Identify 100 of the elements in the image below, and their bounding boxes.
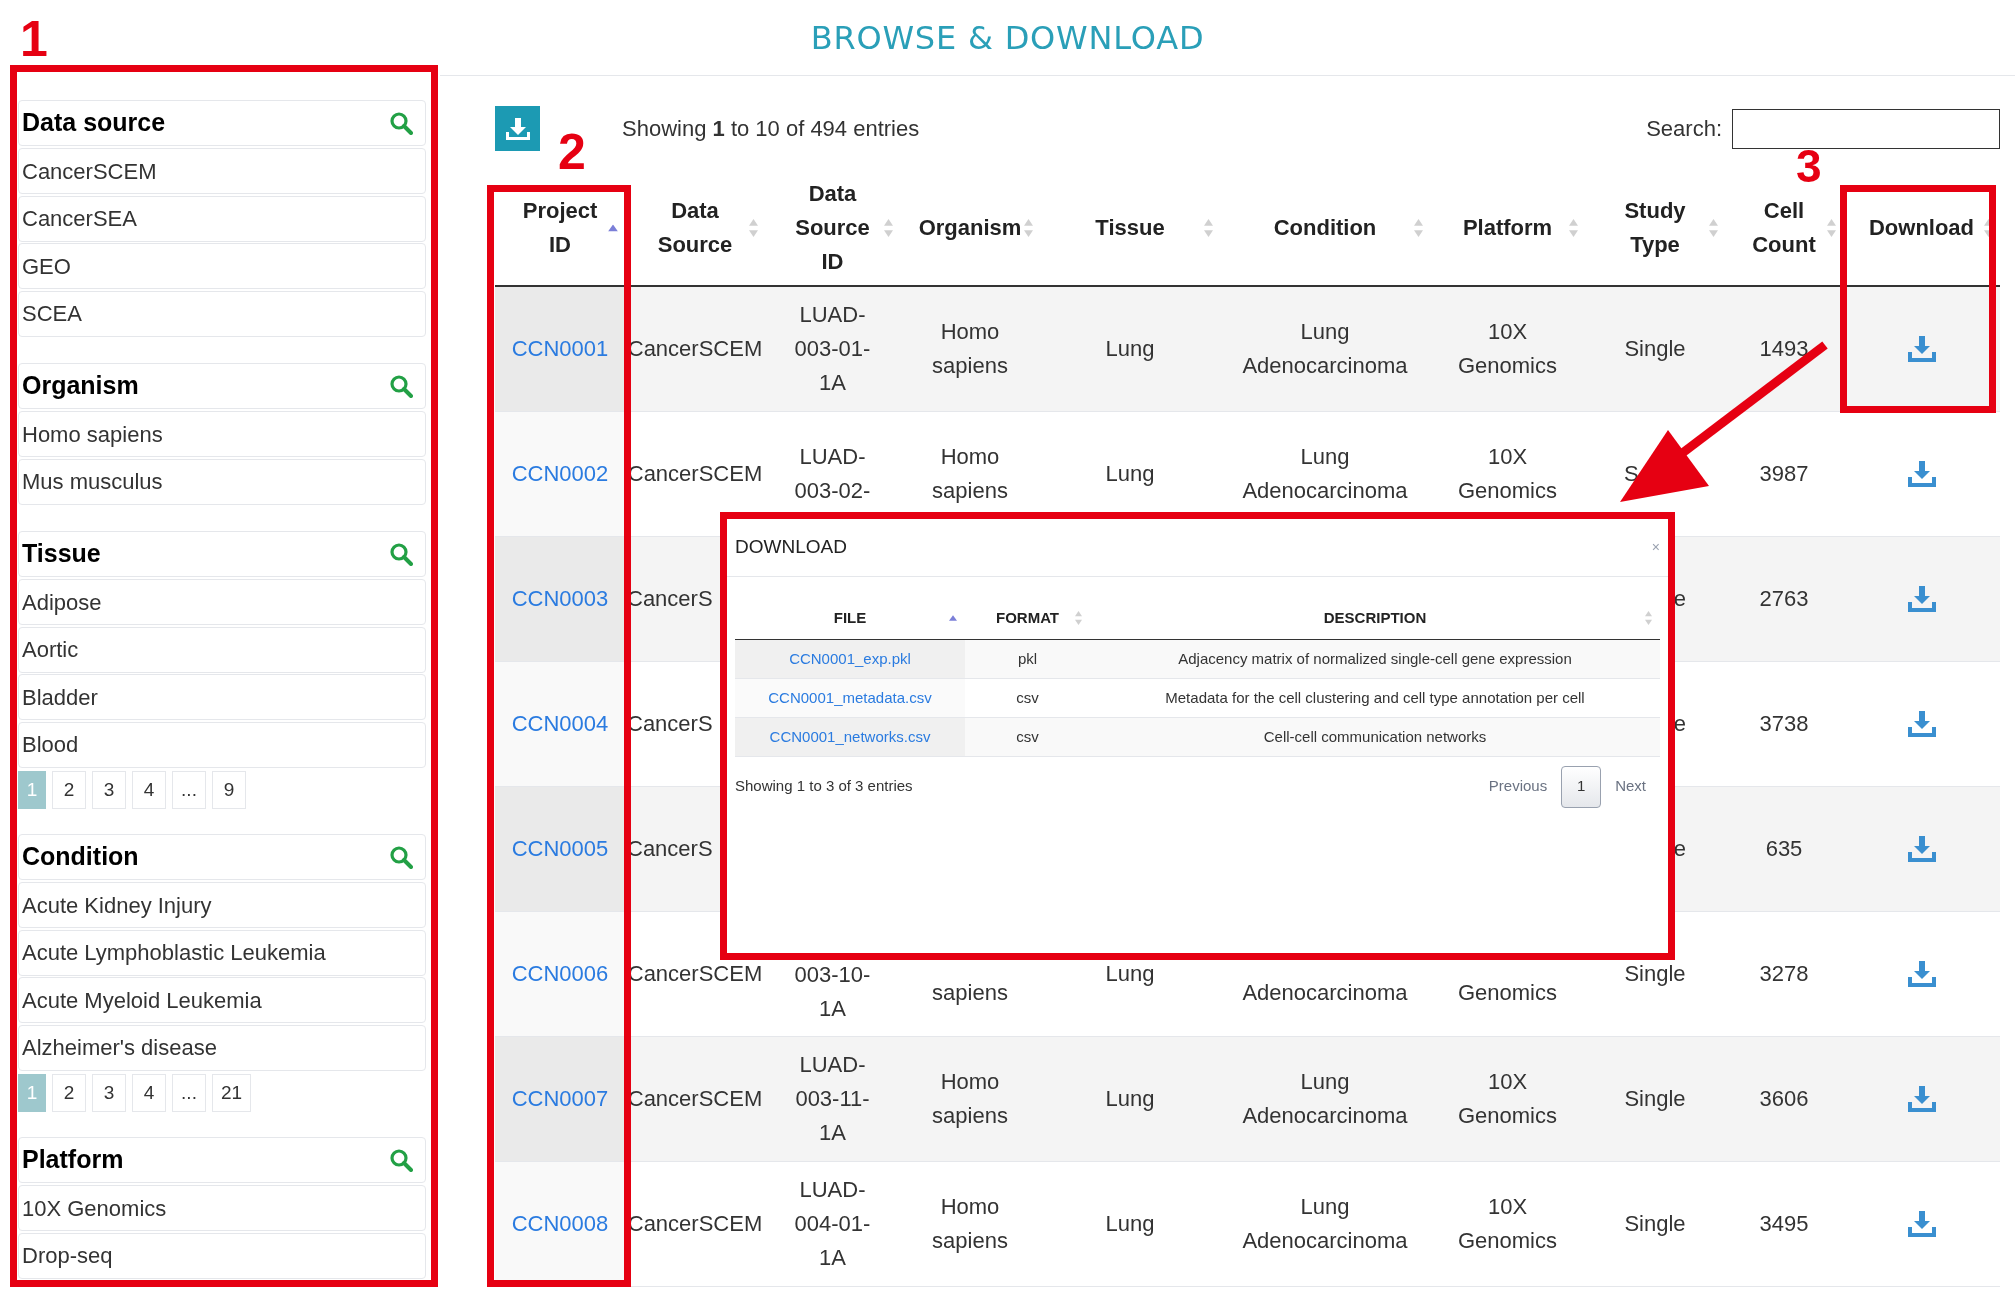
column-header[interactable]: Tissue: [1054, 211, 1206, 245]
page-button[interactable]: 1: [1561, 765, 1602, 808]
column-header[interactable]: FORMAT: [995, 608, 1059, 626]
filter-item[interactable]: CancerSEA: [18, 195, 426, 242]
filter-item[interactable]: CancerSCEM: [18, 148, 426, 194]
filter-item[interactable]: Drop-seq: [18, 1232, 426, 1279]
filter-item[interactable]: Mus musculus: [18, 458, 426, 505]
page-button[interactable]: 4: [132, 771, 166, 809]
table-cell-text: 10X Genomics: [1456, 443, 1558, 505]
table-cell-text: e: [1673, 710, 1686, 738]
filter-item[interactable]: Homo sapiens: [18, 411, 426, 457]
page-button[interactable]: 3: [92, 771, 126, 809]
table-cell-text: Lung: [1105, 335, 1155, 363]
column-header[interactable]: FILE: [833, 608, 867, 626]
filter-item[interactable]: GEO: [18, 243, 426, 289]
filter-item[interactable]: Acute Kidney Injury: [18, 882, 426, 928]
table-cell-text: Single: [1624, 960, 1686, 988]
page-button[interactable]: 9: [212, 771, 246, 809]
search-icon[interactable]: [389, 845, 413, 869]
download-icon[interactable]: [1905, 710, 1938, 738]
table-cell-text: Homo sapiens: [931, 1193, 1009, 1255]
search-label: Search:: [1646, 115, 1722, 143]
table-cell-text: Lung Adenocarcinoma: [1241, 318, 1409, 380]
download-icon: [503, 115, 532, 142]
next-button[interactable]: Next: [1601, 775, 1660, 798]
page-button[interactable]: 21: [212, 1074, 252, 1112]
table-cell-text: LUAD-003-11-1A: [794, 1051, 871, 1147]
search-icon[interactable]: [389, 542, 413, 566]
column-header[interactable]: Platform: [1444, 211, 1571, 245]
table-cell-text: Single: [1624, 1085, 1686, 1113]
previous-button[interactable]: Previous: [1474, 775, 1562, 798]
table-cell: Cell-cell communication networks: [1263, 727, 1487, 745]
table-cell: pkl: [1017, 649, 1038, 667]
page-button[interactable]: 2: [52, 771, 86, 809]
table-cell-text: LUAD-003-01-1A: [793, 301, 872, 397]
column-header[interactable]: Project ID: [509, 194, 611, 262]
table-cell-text: Homo sapiens: [931, 1068, 1009, 1130]
table-cell-text: Lung: [1105, 460, 1155, 488]
table-cell-text: 10X Genomics: [1456, 1068, 1558, 1130]
table-cell: csv: [1016, 688, 1039, 706]
filter-title: Organism: [22, 370, 139, 402]
download-icon[interactable]: [1905, 835, 1938, 863]
table-cell: csv: [1016, 727, 1039, 745]
table-cell-text: 2763: [1759, 585, 1809, 613]
filter-title: Platform: [22, 1144, 124, 1176]
search-icon[interactable]: [389, 374, 413, 398]
download-icon[interactable]: [1905, 1210, 1938, 1238]
column-header[interactable]: Cell Count: [1739, 194, 1829, 262]
download-icon[interactable]: [1905, 960, 1938, 988]
table-cell-text: LUAD-003-02-: [793, 443, 872, 505]
page-button[interactable]: 2: [52, 1074, 86, 1112]
filter-item[interactable]: Acute Lymphoblastic Leukemia: [18, 929, 426, 976]
page-button[interactable]: ...: [172, 1074, 206, 1112]
search-icon[interactable]: [389, 1148, 413, 1172]
annotation-number: 3: [1796, 139, 1822, 194]
filter-item[interactable]: SCEA: [18, 290, 426, 337]
table-cell-text: Homo sapiens: [931, 318, 1009, 380]
column-header[interactable]: Study Type: [1599, 194, 1711, 262]
search-field[interactable]: [1732, 108, 2000, 149]
table-cell-text: Genomics: [1457, 979, 1557, 1007]
table-cell-text: 10X Genomics: [1456, 318, 1558, 380]
download-icon[interactable]: [1905, 585, 1938, 613]
filter-item[interactable]: Adipose: [18, 579, 426, 625]
column-header[interactable]: Data Source: [639, 194, 751, 262]
column-header[interactable]: Condition: [1234, 211, 1416, 245]
table-cell-text: Lung Adenocarcinoma: [1241, 1193, 1409, 1255]
page-button[interactable]: 4: [132, 1074, 166, 1112]
filter-item[interactable]: Aortic: [18, 626, 426, 673]
column-header[interactable]: DESCRIPTION: [1323, 608, 1427, 626]
page-button[interactable]: ...: [172, 771, 206, 809]
column-header[interactable]: Download: [1857, 211, 1986, 245]
table-cell-text: 635: [1765, 835, 1803, 863]
annotation-number: 1: [20, 10, 48, 69]
download-icon[interactable]: [1905, 1085, 1938, 1113]
column-header[interactable]: Organism: [914, 211, 1026, 245]
table-cell-text: CancerSCEM: [627, 335, 763, 363]
filter-title: Condition: [22, 841, 139, 873]
download-button[interactable]: [495, 106, 540, 151]
filter-item[interactable]: 10X Genomics: [18, 1185, 426, 1231]
table-cell-text: Lung Adenocarcinoma: [1241, 443, 1409, 505]
column-header[interactable]: Data Source ID: [789, 177, 876, 279]
table-cell-text: 3606: [1759, 1085, 1809, 1113]
filter-item[interactable]: Acute Myeloid Leukemia: [18, 977, 426, 1023]
filter-item[interactable]: Bladder: [18, 674, 426, 720]
filter-title: Tissue: [22, 538, 101, 570]
table-cell-text: S: [1624, 460, 1639, 488]
table-cell-text: Lung: [1105, 960, 1155, 988]
filter-item[interactable]: Alzheimer's disease: [18, 1024, 426, 1071]
search-icon[interactable]: [389, 111, 413, 135]
download-icon[interactable]: [1905, 460, 1938, 488]
table-cell-text: Lung: [1105, 1210, 1155, 1238]
table-cell-text: CancerSCEM: [627, 1210, 763, 1238]
table-cell-text: e: [1673, 585, 1686, 613]
table-cell-text: 1493: [1759, 335, 1809, 363]
table-cell-text: 003-10-1A: [793, 961, 872, 1023]
filter-item[interactable]: Blood: [18, 721, 426, 768]
page-button[interactable]: 3: [92, 1074, 126, 1112]
download-icon[interactable]: [1905, 335, 1938, 363]
table-cell-text: Single: [1624, 335, 1686, 363]
table-cell-text: e: [1673, 835, 1686, 863]
